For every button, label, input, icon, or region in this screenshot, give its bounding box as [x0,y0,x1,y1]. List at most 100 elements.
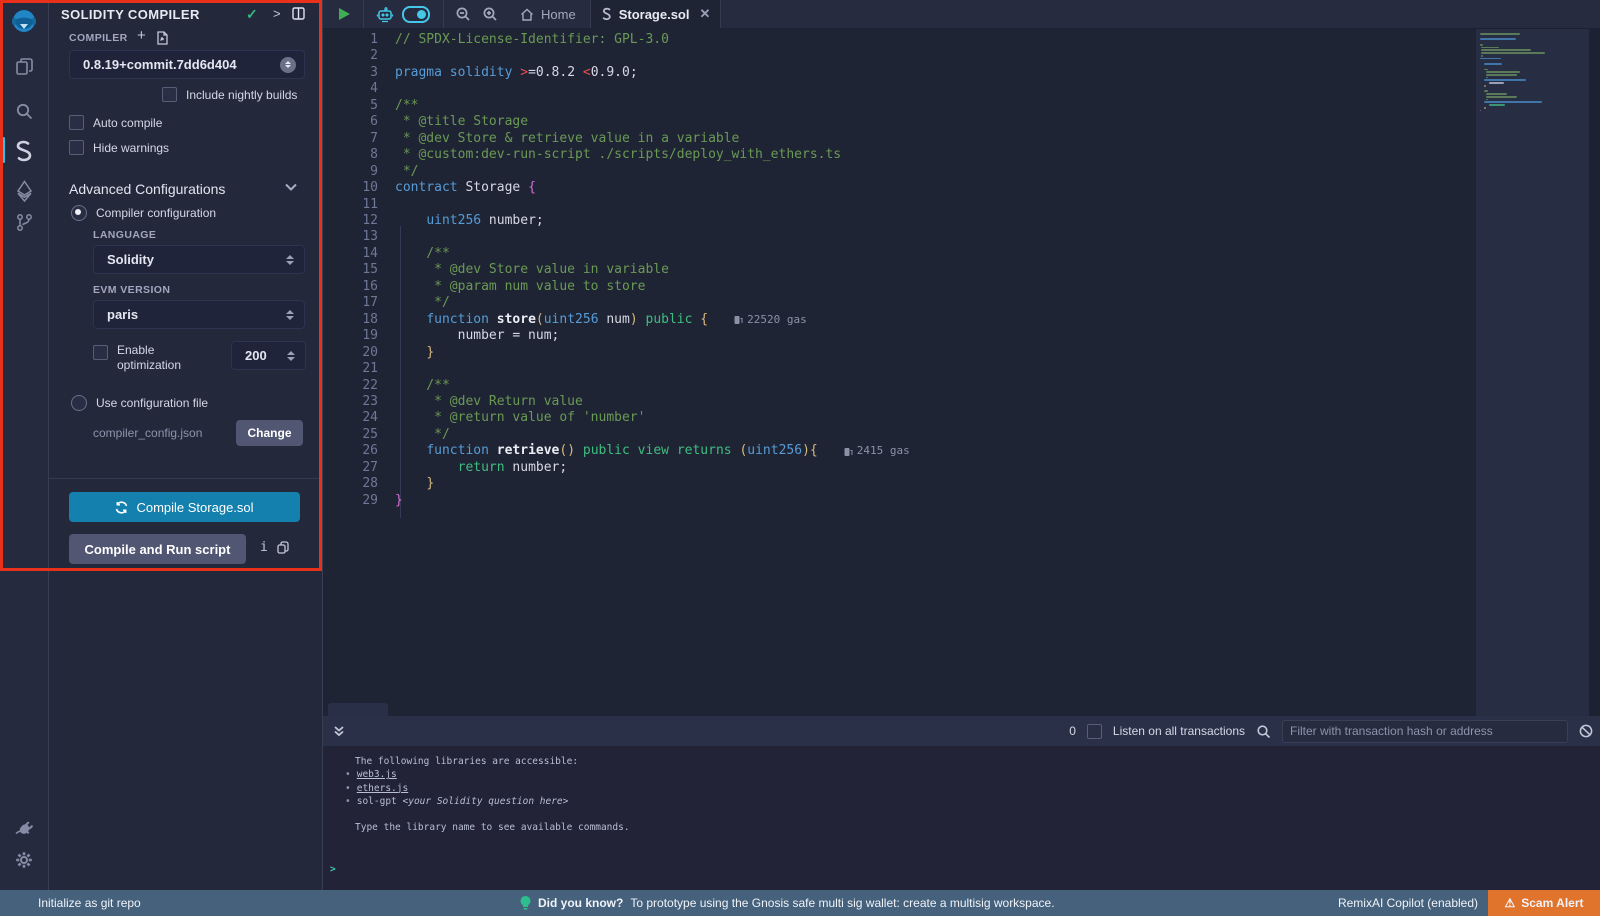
minimap-line [1480,66,1589,68]
workspaces-icon[interactable] [0,51,48,81]
editor-resize-handle[interactable] [328,703,388,716]
tab-storage-sol[interactable]: Storage.sol ✕ [590,0,722,28]
solidity-compiler-icon[interactable] [0,136,48,166]
evm-version-value: paris [94,307,138,322]
compiler-configuration-label: Compiler configuration [96,206,216,220]
minimap-line [1481,55,1483,57]
minimap-line [1480,36,1589,38]
compiler-version-value: 0.8.19+commit.7dd6d404 [70,57,237,72]
minimap-content [1476,29,1589,111]
remix-ide-window: SOLIDITY COMPILER ✓ > COMPILER + 0.8.19+… [0,0,1600,916]
code-line: 17 */ [323,295,910,311]
chevron-right-icon[interactable]: > [273,6,281,21]
clear-console-icon[interactable] [1579,724,1593,738]
add-compiler-icon[interactable]: + [137,29,146,43]
main-area: Home Storage.sol ✕ 1// SPDX-License-Iden… [323,0,1600,890]
evm-version-select[interactable]: paris [93,300,305,329]
language-value: Solidity [94,252,154,267]
terminal[interactable]: The following libraries are accessible: … [323,746,1600,890]
hide-warnings-checkbox[interactable] [69,140,84,155]
code-line: 10contract Storage { [323,180,910,196]
transaction-count: 0 [1069,724,1076,738]
remix-logo-icon[interactable] [0,7,48,37]
home-tab-label: Home [541,7,576,22]
zoom-out-icon[interactable] [455,6,471,22]
status-bar: Initialize as git repo Did you know? To … [0,890,1600,916]
terminal-lib-item: •ethers.js [330,782,1600,795]
activity-bar [0,0,49,890]
code-line: 12 uint256 number; [323,213,910,229]
minimap-line [1484,63,1501,65]
tab-home[interactable]: Home [498,0,590,28]
compile-success-check-icon: ✓ [246,6,258,23]
use-configuration-file-radio[interactable] [71,395,87,411]
pin-panel-icon[interactable] [292,7,305,20]
run-script-play-button[interactable] [339,8,350,20]
collapse-terminal-icon[interactable] [333,725,345,737]
copy-icon[interactable] [277,541,289,554]
listen-transactions-label: Listen on all transactions [1113,724,1245,738]
change-config-button[interactable]: Change [236,420,303,446]
compile-and-run-button[interactable]: Compile and Run script [69,534,246,564]
code-line: 4 [323,81,910,97]
panel-title: SOLIDITY COMPILER [61,7,200,22]
code-line: 20 } [323,345,910,361]
code-line: 8 * @custom:dev-run-script ./scripts/dep… [323,147,910,163]
solgpt-hint: <your Solidity question here> [403,796,569,807]
deploy-run-icon[interactable] [0,176,48,206]
advanced-configurations-header[interactable]: Advanced Configurations [69,181,225,197]
terminal-intro: The following libraries are accessible: [330,755,1600,768]
minimap-line [1480,41,1589,43]
search-icon[interactable] [0,96,48,126]
bullet: • [345,783,357,794]
compile-button[interactable]: Compile Storage.sol [69,492,300,522]
bullet: • [345,769,357,780]
info-icon[interactable]: i [260,540,268,555]
enable-optimization-label: Enable optimization [117,343,197,373]
minimap-line [1480,110,1481,112]
enable-optimization-checkbox[interactable] [93,345,108,360]
code-line: 1// SPDX-License-Identifier: GPL-3.0 [323,32,910,48]
auto-compile-checkbox[interactable] [69,115,84,130]
web3-link[interactable]: web3.js [357,769,397,780]
code-editor[interactable]: 1// SPDX-License-Identifier: GPL-3.02 3p… [323,29,1600,716]
code-line: 2 [323,48,910,64]
compiler-version-select[interactable]: 0.8.19+commit.7dd6d404 [69,50,305,79]
terminal-header: 0 Listen on all transactions [323,716,1600,746]
compiler-label: COMPILER [69,32,128,44]
solidity-file-icon [601,7,612,21]
terminal-lib-item: •web3.js [330,768,1600,781]
code-line: 5/** [323,98,910,114]
copilot-status[interactable]: RemixAI Copilot (enabled) [1338,896,1478,910]
ai-copilot-toggle[interactable] [402,6,430,23]
ethers-link[interactable]: ethers.js [357,783,408,794]
git-icon[interactable] [0,207,48,237]
editor-scrollbar[interactable] [1589,29,1600,716]
hide-warnings-label: Hide warnings [93,141,169,155]
close-tab-icon[interactable]: ✕ [696,6,710,22]
panel-divider [49,478,322,479]
git-init-button[interactable]: Initialize as git repo [38,896,141,910]
settings-gear-icon[interactable] [0,845,48,875]
minimap[interactable] [1476,29,1589,716]
gas-estimate: 2415 gas [844,443,910,459]
terminal-search-icon[interactable] [1256,724,1271,739]
gas-estimate: 22520 gas [734,312,807,328]
language-select[interactable]: Solidity [93,245,305,274]
ai-copilot-robot-icon[interactable] [376,6,394,23]
code-line: 15 * @dev Store value in variable [323,262,910,278]
plugin-manager-icon[interactable] [0,813,48,843]
code-line: 25 */ [323,427,910,443]
listen-transactions-checkbox[interactable] [1087,724,1102,739]
scam-alert-badge[interactable]: ⚠ Scam Alert [1488,890,1600,916]
chevron-down-icon[interactable] [285,183,297,191]
code-line: 26 function retrieve() public view retur… [323,443,910,459]
minimap-line [1484,101,1542,103]
code-line: 9 */ [323,164,910,180]
transaction-filter-input[interactable] [1282,720,1568,743]
compiler-configuration-radio[interactable] [71,205,87,221]
optimization-runs-input[interactable]: 200 [231,341,306,370]
zoom-in-icon[interactable] [482,6,498,22]
nightly-builds-checkbox[interactable] [162,87,177,102]
import-compiler-icon[interactable] [155,31,168,45]
